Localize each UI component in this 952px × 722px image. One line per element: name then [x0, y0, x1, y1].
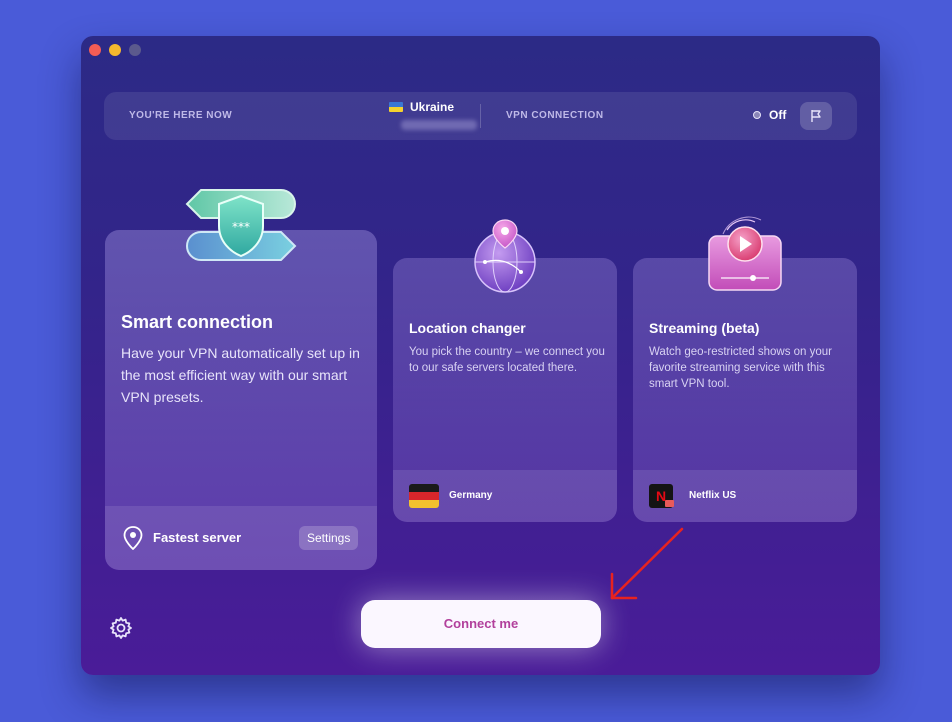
location-pin-icon	[123, 526, 143, 550]
annotation-arrow-icon	[610, 527, 684, 600]
smart-connection-card[interactable]: Smart connection Have your VPN automatic…	[105, 230, 377, 570]
streaming-card[interactable]: Streaming (beta) Watch geo-restricted sh…	[633, 258, 857, 522]
selected-service-label: Netflix US	[689, 490, 737, 501]
window-controls	[89, 44, 141, 56]
current-country: Ukraine	[410, 100, 455, 114]
card-description: Watch geo-restricted shows on your favor…	[649, 346, 833, 390]
location-changer-card[interactable]: Location changer You pick the country – …	[393, 258, 617, 522]
smart-card-footer: Fastest server Settings	[105, 506, 377, 570]
zoom-window-button[interactable]	[129, 44, 141, 56]
close-window-button[interactable]	[89, 44, 101, 56]
ukraine-flag-icon	[389, 102, 403, 112]
location-label: YOU'RE HERE NOW	[129, 110, 233, 121]
card-title: Smart connection	[121, 312, 274, 332]
location-card-footer: Germany	[393, 470, 617, 522]
vpn-status-text: Off	[769, 108, 787, 122]
blurred-ip-address	[401, 120, 477, 130]
settings-button[interactable]: Settings	[299, 526, 359, 550]
streaming-tv-illustration-icon	[708, 216, 782, 291]
globe-pin-illustration-icon	[474, 219, 536, 293]
status-indicator-icon	[753, 111, 761, 119]
app-window: YOU'RE HERE NOW Ukraine VPN CONNECTION O…	[81, 36, 880, 675]
shield-illustration-icon: ***	[185, 189, 297, 261]
connect-button[interactable]: Connect me	[361, 600, 601, 648]
divider	[480, 104, 481, 128]
card-description: Have your VPN automatically set up in th…	[121, 345, 360, 405]
flag-icon	[811, 110, 821, 122]
current-location: Ukraine	[389, 100, 454, 114]
selected-country-label: Germany	[449, 490, 493, 501]
streaming-card-footer: N Netflix US	[633, 470, 857, 522]
card-description: You pick the country – we connect you to…	[409, 346, 605, 374]
minimize-window-button[interactable]	[109, 44, 121, 56]
us-flag-icon	[665, 500, 674, 507]
germany-flag-icon	[409, 484, 439, 508]
fastest-server-label: Fastest server	[153, 530, 242, 545]
report-button[interactable]	[800, 102, 832, 130]
card-title: Streaming (beta)	[649, 320, 760, 336]
vpn-connection-label: VPN CONNECTION	[506, 110, 604, 121]
gear-icon[interactable]	[109, 616, 133, 640]
vpn-status: Off	[753, 108, 786, 122]
connection-status-bar: YOU'RE HERE NOW Ukraine VPN CONNECTION O…	[104, 92, 857, 140]
card-title: Location changer	[409, 320, 526, 336]
svg-text:***: ***	[232, 220, 250, 234]
